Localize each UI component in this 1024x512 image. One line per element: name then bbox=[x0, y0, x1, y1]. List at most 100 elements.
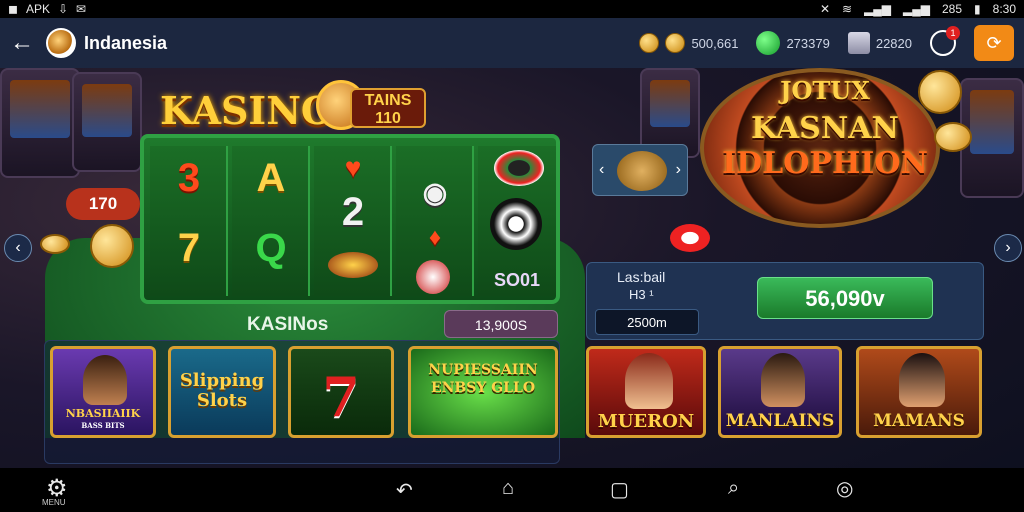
roulette-line-1: JOTUX bbox=[780, 76, 870, 105]
balance-panel: Las:bail H3 ¹ 2500m 56,090v bbox=[586, 262, 984, 340]
system-nav-bar: ⚙ MENU ↶ ⌂ ▢ ⌕ ◎ bbox=[0, 468, 1024, 512]
game-tile-5[interactable]: MUERON bbox=[586, 346, 706, 438]
game-tile-2[interactable]: Slipping Slots bbox=[168, 346, 276, 438]
reel-symbol: ♦ bbox=[428, 224, 442, 251]
panel-label-1: Las:bail bbox=[617, 269, 666, 285]
reel-2: A Q bbox=[232, 146, 310, 296]
shop-icon: ⟳ bbox=[986, 32, 1002, 53]
coin-icon bbox=[934, 122, 972, 152]
clock-text: 8:30 bbox=[992, 2, 1016, 16]
back-arrow-icon[interactable]: ← bbox=[10, 29, 38, 57]
reel-5: SO01 bbox=[478, 146, 556, 296]
page-title: Indanesia bbox=[84, 32, 168, 53]
reel-symbol: A bbox=[256, 156, 286, 200]
avatar[interactable] bbox=[46, 28, 76, 58]
arcade-machine-bg bbox=[0, 68, 80, 178]
reel-symbol: ◉ bbox=[422, 177, 448, 208]
search-icon[interactable]: ⌕ bbox=[728, 477, 739, 500]
reel-symbol: Q bbox=[255, 226, 287, 270]
kasino-sign: TAINS 110 bbox=[350, 88, 426, 128]
coins-value: 500,661 bbox=[691, 35, 739, 51]
roulette-line-3: IDLOPHION bbox=[722, 146, 928, 181]
character-image bbox=[83, 355, 127, 405]
shop-button[interactable]: ⟳ bbox=[974, 25, 1014, 61]
game-tile-3[interactable]: 7 bbox=[288, 346, 394, 438]
bet-pill[interactable]: 170 bbox=[66, 188, 140, 220]
reel-4: ◉ ♦ bbox=[396, 146, 474, 296]
signal-icon: ◼ bbox=[8, 2, 18, 16]
status-bar: ◼ APK ⇩ ✉ ✕ ≋ ▂▄▆ ▂▄▆ 285 ▮ 8:30 bbox=[0, 0, 1024, 18]
gems-value: 273379 bbox=[786, 35, 830, 51]
back-icon[interactable]: ↶ bbox=[396, 478, 413, 503]
timer-card[interactable]: ‹ › bbox=[592, 144, 688, 196]
wifi-icon: ≋ bbox=[842, 2, 853, 16]
crate-value: 22820 bbox=[875, 35, 912, 51]
character-image bbox=[899, 353, 945, 407]
balance-button[interactable]: 56,090v bbox=[757, 277, 933, 319]
tile-title: MUERON bbox=[597, 411, 695, 432]
battery-text: 285 bbox=[942, 2, 963, 16]
kasino-title: KASINO bbox=[160, 88, 335, 133]
signal-bars-icon: ▂▄▆ bbox=[864, 2, 892, 16]
chevron-right-icon[interactable]: › bbox=[676, 161, 681, 179]
chip-icon bbox=[670, 224, 710, 252]
reel-symbol: 7 bbox=[177, 226, 201, 270]
gems-stat[interactable]: 273379 bbox=[756, 31, 830, 55]
signal-bars-icon-2: ▂▄▆ bbox=[903, 2, 930, 16]
reel-symbol: 2 bbox=[341, 190, 365, 234]
mail-icon: ✉ bbox=[76, 2, 87, 16]
reel-symbol: ♥ bbox=[344, 152, 362, 183]
roulette-line-2: KASNAN bbox=[751, 111, 899, 146]
character-image bbox=[761, 353, 805, 407]
home-icon[interactable]: ⌂ bbox=[502, 477, 514, 500]
scroll-left-icon[interactable]: ‹ bbox=[4, 234, 32, 262]
coins-icon bbox=[639, 33, 660, 53]
recents-icon[interactable]: ▢ bbox=[610, 477, 629, 502]
assistant-icon[interactable]: ◎ bbox=[836, 476, 853, 501]
coins-stat[interactable]: 500,661 bbox=[639, 33, 738, 53]
coins-icon-2 bbox=[665, 33, 686, 53]
tile-title: MANLAINS bbox=[725, 411, 835, 431]
crate-icon bbox=[847, 32, 870, 54]
poker-chip-icon bbox=[490, 198, 542, 250]
tile-title: NUPIESSAIIN ENBSY GLLO bbox=[428, 362, 538, 396]
game-tile-7[interactable]: MAMANS bbox=[856, 346, 982, 438]
game-tile-4[interactable]: NUPIESSAIIN ENBSY GLLO bbox=[408, 346, 558, 438]
panel-label-2: H3 ¹ bbox=[629, 287, 654, 302]
tile-title: 7 bbox=[322, 365, 360, 429]
game-tile-6[interactable]: MANLAINS bbox=[718, 346, 842, 438]
currency-stats: 500,661 273379 22820 1 ⟳ bbox=[639, 25, 1014, 61]
reel-1: 3 7 bbox=[150, 146, 228, 296]
reel-symbol: SO01 bbox=[493, 270, 541, 290]
tile-title: MAMANS bbox=[873, 411, 965, 431]
chip-icon bbox=[416, 260, 450, 294]
nav-menu-label: MENU bbox=[42, 498, 66, 507]
coin-icon bbox=[90, 224, 134, 268]
tile-title: Slipping Slots bbox=[179, 370, 265, 411]
app-screen: ◼ APK ⇩ ✉ ✕ ≋ ▂▄▆ ▂▄▆ 285 ▮ 8:30 ← Indan… bbox=[0, 0, 1024, 512]
hat-icon bbox=[328, 252, 378, 278]
status-left-text: APK bbox=[25, 2, 50, 16]
tile-subtitle: BASS BITS bbox=[81, 421, 125, 430]
scroll-right-icon[interactable]: › bbox=[994, 234, 1022, 262]
arcade-machine-bg bbox=[72, 72, 142, 172]
gem-icon bbox=[756, 31, 781, 55]
game-lobby: KASINO TAINS 110 3 7 A Q ♥ 2 ◉ ♦ SO01 17… bbox=[0, 68, 1024, 468]
battery-icon: ▮ bbox=[974, 2, 981, 16]
crate-stat[interactable]: 22820 bbox=[847, 32, 912, 54]
panel-small-value: 2500m bbox=[595, 309, 699, 335]
reel-3: ♥ 2 bbox=[314, 146, 392, 296]
character-image bbox=[625, 353, 673, 409]
mute-icon: ✕ bbox=[819, 2, 830, 16]
chevron-left-icon[interactable]: ‹ bbox=[599, 161, 604, 179]
coin-icon bbox=[918, 70, 962, 114]
amount-pill: 13,900S bbox=[444, 310, 558, 338]
roulette-title: JOTUX KASNAN IDLOPHION bbox=[720, 76, 930, 181]
chip-stack-icon bbox=[494, 150, 544, 186]
game-tile-1[interactable]: NBASIIAIIK BASS BITS bbox=[50, 346, 156, 438]
app-header: ← Indanesia 500,661 273379 22820 1 ⟳ bbox=[0, 18, 1024, 68]
clock-icon bbox=[617, 151, 667, 191]
notification-icon[interactable]: 1 bbox=[930, 26, 960, 56]
download-icon: ⇩ bbox=[57, 2, 69, 16]
slot-machine[interactable]: 3 7 A Q ♥ 2 ◉ ♦ SO01 bbox=[140, 134, 560, 304]
